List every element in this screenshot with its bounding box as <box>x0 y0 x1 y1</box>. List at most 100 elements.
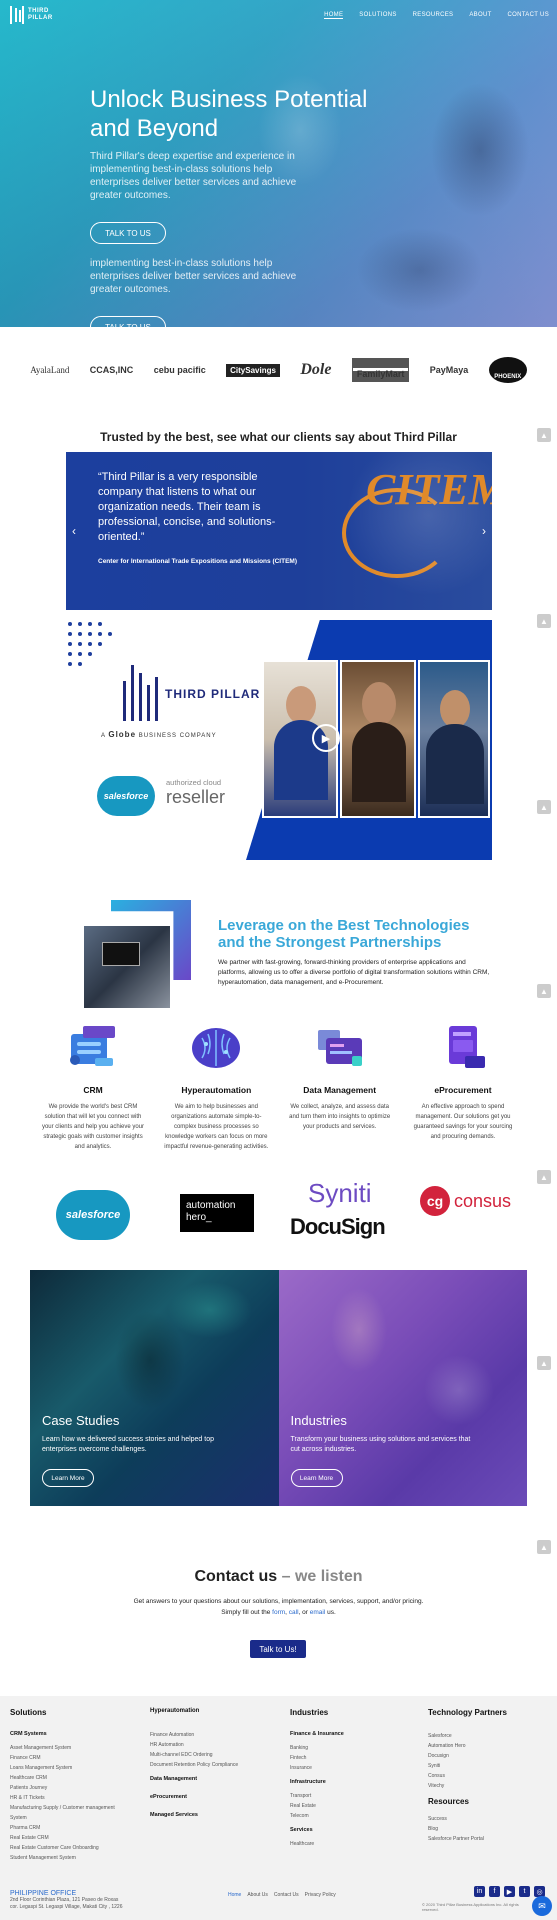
chevron-right-icon[interactable]: › <box>482 524 486 538</box>
nav-about[interactable]: ABOUT <box>469 12 491 19</box>
footer-subheading[interactable]: Infrastructure <box>290 1779 410 1785</box>
solution-eprocurement[interactable]: eProcurement An effective approach to sp… <box>408 1024 518 1152</box>
footer-link[interactable]: Vitechy <box>428 1781 538 1791</box>
solution-title: eProcurement <box>434 1085 492 1095</box>
chat-icon[interactable]: ✉ <box>532 1896 552 1916</box>
twitter-icon[interactable]: t <box>519 1886 530 1897</box>
footer-link[interactable]: Docusign <box>428 1751 538 1761</box>
footer-link[interactable]: Manufacturing Supply / Customer manageme… <box>10 1803 130 1823</box>
footer-link[interactable]: Document Retention Policy Compliance <box>150 1760 270 1770</box>
industries-card[interactable]: Industries Transform your business using… <box>278 1270 527 1506</box>
data-management-icon <box>317 1030 362 1066</box>
client-logo-dole: Dole <box>300 361 332 378</box>
footer-link[interactable]: HR Automation <box>150 1740 270 1750</box>
footer-subheading[interactable]: Managed Services <box>150 1812 270 1818</box>
talk-to-us-button[interactable]: Talk to Us! <box>250 1640 306 1658</box>
footer-link[interactable]: Telecom <box>290 1811 410 1821</box>
footer-link[interactable]: Healthcare <box>290 1839 410 1849</box>
solution-data-management[interactable]: Data Management We collect, analyze, and… <box>285 1024 395 1152</box>
solution-crm[interactable]: CRM We provide the world's best CRM solu… <box>38 1024 148 1152</box>
footer-link[interactable]: Asset Management System <box>10 1743 130 1753</box>
client-logos: AyalaLand CCAS,INC cebu pacific CitySavi… <box>0 345 557 395</box>
scroll-top-icon[interactable]: ▲ <box>537 1356 551 1370</box>
footer-link[interactable]: Real Estate CRM <box>10 1833 130 1843</box>
contact-title-main: Contact us <box>194 1568 278 1585</box>
scroll-top-icon[interactable]: ▲ <box>537 614 551 628</box>
footer-subheading[interactable]: Finance & Insurance <box>290 1731 410 1737</box>
reseller-small: authorized cloud <box>166 778 222 787</box>
scroll-top-icon[interactable]: ▲ <box>537 1170 551 1184</box>
solution-title: Hyperautomation <box>181 1085 252 1095</box>
footer-link[interactable]: Pharma CRM <box>10 1823 130 1833</box>
contact-line-1: Get answers to your questions about our … <box>133 1598 424 1605</box>
footer-link[interactable]: Real Estate Customer Care Onboarding <box>10 1843 130 1853</box>
facebook-icon[interactable]: f <box>489 1886 500 1897</box>
footer-link[interactable]: Success <box>428 1814 538 1824</box>
footer-col-solutions: Solutions CRM Systems Asset Management S… <box>10 1708 130 1863</box>
familymart-text: FamilyMart <box>356 369 405 379</box>
talk-to-us-button-repeat[interactable]: TALK TO US <box>90 316 166 327</box>
footer-link[interactable]: Loans Management System <box>10 1763 130 1773</box>
footer-link[interactable]: Multi-channel EDC Ordering <box>150 1750 270 1760</box>
footer-link[interactable]: Syniti <box>428 1761 538 1771</box>
video-frame-person-3[interactable] <box>418 660 490 818</box>
footer-link[interactable]: Finance CRM <box>10 1753 130 1763</box>
video-frame-person-2[interactable] <box>340 660 416 818</box>
reseller-text: reseller <box>166 787 226 807</box>
linkedin-icon[interactable]: in <box>474 1886 485 1897</box>
nav-solutions[interactable]: SOLUTIONS <box>359 12 396 19</box>
footer-nav-privacy[interactable]: Privacy Policy <box>305 1892 336 1898</box>
scroll-top-icon[interactable]: ▲ <box>537 1540 551 1554</box>
solution-hyperautomation[interactable]: Hyperautomation We aim to help businesse… <box>161 1024 271 1152</box>
nav-resources[interactable]: RESOURCES <box>413 12 454 19</box>
client-logo-cebu-pacific: cebu pacific <box>153 365 206 375</box>
footer-link[interactable]: Finance Automation <box>150 1730 270 1740</box>
talk-to-us-button[interactable]: TALK TO US <box>90 222 166 244</box>
footer-subheading[interactable]: Services <box>290 1827 410 1833</box>
footer-nav-contact[interactable]: Contact Us <box>274 1892 299 1898</box>
footer-link[interactable]: Fintech <box>290 1753 410 1763</box>
play-icon[interactable]: ▶ <box>312 724 340 752</box>
youtube-icon[interactable]: ▶ <box>504 1886 515 1897</box>
chevron-left-icon[interactable]: ‹ <box>72 524 76 538</box>
partner-logo-docusign: DocuSign <box>290 1214 386 1239</box>
card-text: Learn how we delivered success stories a… <box>42 1436 214 1453</box>
email-link[interactable]: email <box>310 1609 326 1616</box>
nav-contact[interactable]: CONTACT US <box>508 12 549 19</box>
hero-title: Unlock Business Potential and Beyond <box>90 86 368 142</box>
footer-subheading[interactable]: CRM Systems <box>10 1731 130 1737</box>
nav-home[interactable]: HOME <box>324 12 344 19</box>
footer-link[interactable]: Salesforce Partner Portal <box>428 1834 538 1844</box>
form-link[interactable]: form <box>272 1609 285 1616</box>
footer-link[interactable]: Consus <box>428 1771 538 1781</box>
footer-nav-about[interactable]: About Us <box>247 1892 268 1898</box>
scroll-top-icon[interactable]: ▲ <box>537 800 551 814</box>
case-studies-card[interactable]: Case Studies Learn how we delivered succ… <box>30 1270 279 1506</box>
footer-link[interactable]: Insurance <box>290 1763 410 1773</box>
footer-link[interactable]: Patients Journey <box>10 1783 130 1793</box>
footer-link[interactable]: Real Estate <box>290 1801 410 1811</box>
footer-subheading[interactable]: eProcurement <box>150 1794 270 1800</box>
footer-nav-home[interactable]: Home <box>228 1892 241 1898</box>
client-logo-phoenix: PHOENIX <box>488 357 527 383</box>
hero-subtitle: Third Pillar's deep expertise and experi… <box>90 151 297 201</box>
footer-heading[interactable]: Hyperautomation <box>150 1708 270 1714</box>
footer-subheading[interactable]: Data Management <box>150 1776 270 1782</box>
partner-logos: salesforce automation hero_ Syniti DocuS… <box>50 1172 511 1252</box>
footer-link[interactable]: Student Management System <box>10 1853 130 1863</box>
footer-link[interactable]: HR & IT Tickets <box>10 1793 130 1803</box>
footer-link[interactable]: Transport <box>290 1791 410 1801</box>
footer-link[interactable]: Blog <box>428 1824 538 1834</box>
partner-logo-cg-consus: cg consus <box>420 1186 511 1216</box>
learn-more-button[interactable]: Learn More <box>290 1469 343 1487</box>
site-logo[interactable]: THIRD PILLAR <box>10 6 58 24</box>
footer-link[interactable]: Automation Hero <box>428 1741 538 1751</box>
scroll-top-icon[interactable]: ▲ <box>537 984 551 998</box>
learn-more-button[interactable]: Learn More <box>42 1469 94 1487</box>
footer-link[interactable]: Salesforce <box>428 1731 538 1741</box>
footer-link[interactable]: Healthcare CRM <box>10 1773 130 1783</box>
client-logo-paymaya: PayMaya <box>429 365 469 375</box>
call-link[interactable]: call <box>289 1609 299 1616</box>
footer-heading: Industries <box>290 1708 329 1717</box>
footer-link[interactable]: Banking <box>290 1743 410 1753</box>
